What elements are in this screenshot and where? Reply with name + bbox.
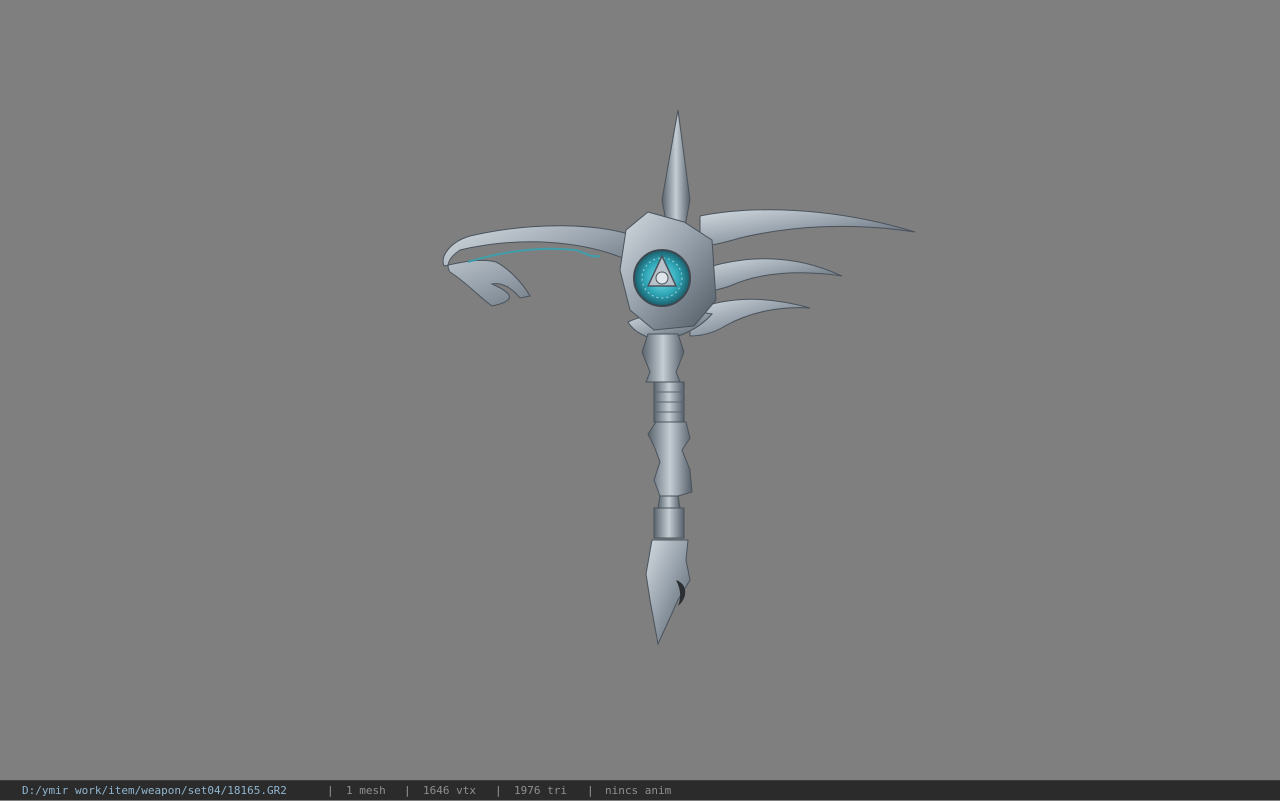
weapon-model-render	[442, 109, 916, 646]
shaft-neck	[657, 495, 681, 509]
left-hook-blade	[442, 225, 641, 307]
mesh-count-label: 1 mesh	[346, 784, 386, 797]
animation-status-label: nincs anim	[605, 784, 672, 797]
status-bar: D:/ymir work/item/weapon/set04/18165.GR2…	[0, 780, 1280, 800]
shaft-upper	[641, 333, 685, 383]
left-blade-rune-engraving	[467, 247, 601, 263]
right-prong-middle	[699, 258, 843, 293]
status-separator: |	[404, 784, 411, 797]
status-separator: |	[495, 784, 502, 797]
shaft-middle	[647, 421, 693, 497]
shaft-ornate-band-lower	[653, 507, 685, 539]
hub-center-boss	[655, 271, 669, 285]
vertex-count-label: 1646 vtx	[423, 784, 476, 797]
status-separator: |	[327, 784, 334, 797]
file-path-label: D:/ymir work/item/weapon/set04/18165.GR2	[22, 784, 287, 797]
top-spike	[661, 109, 691, 233]
triangle-count-label: 1976 tri	[514, 784, 567, 797]
right-prong-top	[699, 209, 916, 247]
status-separator: |	[587, 784, 594, 797]
model-viewport[interactable]	[0, 0, 1280, 780]
